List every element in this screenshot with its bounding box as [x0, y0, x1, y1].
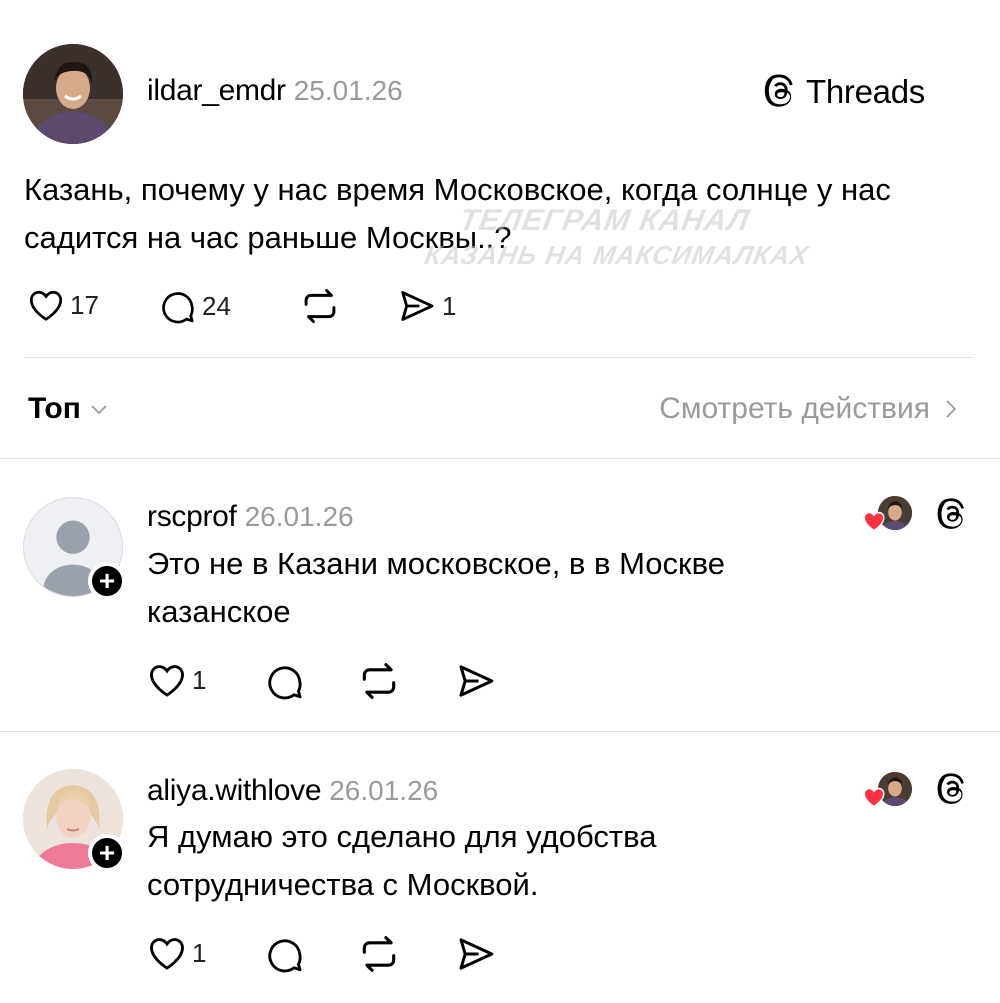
chevron-right-icon	[946, 400, 957, 418]
comment-repost-button[interactable]	[358, 935, 400, 973]
heart-icon	[150, 938, 184, 970]
view-activity-label: Смотреть действия	[659, 392, 930, 425]
comment-like-count: 1	[192, 937, 207, 968]
share-icon	[401, 291, 434, 321]
sort-label: Топ	[28, 392, 81, 425]
author-liked-indicator	[862, 494, 914, 534]
comment-username[interactable]: aliya.withlove	[147, 774, 322, 808]
comment-text: Это не в Казани московское, в в Москве к…	[147, 546, 725, 629]
author-avatar-image	[23, 44, 123, 144]
heart-filled-icon	[863, 511, 885, 532]
comment-header: rscprof 26.01.26	[147, 500, 354, 534]
comment-date: 26.01.26	[244, 501, 354, 532]
follow-button[interactable]: +	[88, 834, 126, 872]
threads-logo-icon[interactable]	[935, 772, 969, 808]
post-username[interactable]: ildar_emdr	[147, 74, 286, 108]
post-share-count: 1	[442, 290, 457, 321]
view-activity-link[interactable]: Смотреть действия	[659, 392, 958, 426]
threads-logo-icon[interactable]	[935, 497, 969, 533]
watermark-line2: КАЗАНЬ НА МАКСИМАЛКАХ	[422, 240, 812, 270]
comment-icon	[268, 666, 302, 700]
post-like-count: 17	[70, 289, 99, 320]
comment-like-button[interactable]: 1	[148, 935, 206, 971]
comment-like-button[interactable]: 1	[148, 662, 206, 698]
post-reply-count: 24	[202, 290, 231, 321]
post-repost-button[interactable]	[300, 288, 340, 324]
heart-icon	[150, 665, 184, 697]
sort-divider	[0, 458, 1000, 459]
comment-icon	[162, 292, 194, 324]
comment-divider	[0, 731, 1000, 732]
follow-button[interactable]: +	[88, 562, 126, 600]
heart-filled-icon	[863, 787, 885, 808]
watermark-line1: ТЕЛЕГРАМ КАНАЛ	[457, 204, 753, 237]
comment-text: Я думаю это сделано для удобства сотрудн…	[147, 819, 657, 902]
post-share-button[interactable]: 1	[398, 288, 456, 324]
heart-icon	[29, 290, 63, 321]
chevron-down-icon	[91, 405, 107, 415]
share-icon	[459, 938, 494, 970]
repost-icon	[362, 663, 396, 699]
comment-repost-button[interactable]	[358, 662, 400, 700]
post-header: ildar_emdr 25.01.26	[147, 74, 403, 108]
post-like-button[interactable]: 17	[28, 288, 99, 322]
comment-icon	[268, 939, 302, 973]
author-avatar[interactable]	[23, 44, 123, 144]
comment-reply-button[interactable]	[266, 935, 304, 973]
threads-brand: Threads	[762, 73, 925, 111]
repost-icon	[304, 288, 336, 324]
comment-date: 26.01.26	[329, 775, 439, 806]
sort-dropdown[interactable]: Топ	[28, 392, 109, 426]
threads-logo-icon	[764, 74, 793, 107]
author-liked-indicator	[862, 770, 914, 810]
threads-brand-label: Threads	[806, 73, 925, 110]
comment-share-button[interactable]	[456, 662, 496, 700]
comment-header: aliya.withlove 26.01.26	[147, 774, 438, 808]
comment-like-count: 1	[192, 664, 207, 695]
post-date: 25.01.26	[293, 75, 403, 106]
comment-share-button[interactable]	[456, 935, 496, 973]
repost-icon	[362, 936, 396, 972]
comment-username[interactable]: rscprof	[147, 500, 237, 534]
post-reply-button[interactable]: 24	[160, 288, 231, 324]
share-icon	[459, 665, 494, 697]
comment-reply-button[interactable]	[266, 662, 304, 700]
post-divider	[24, 357, 974, 358]
